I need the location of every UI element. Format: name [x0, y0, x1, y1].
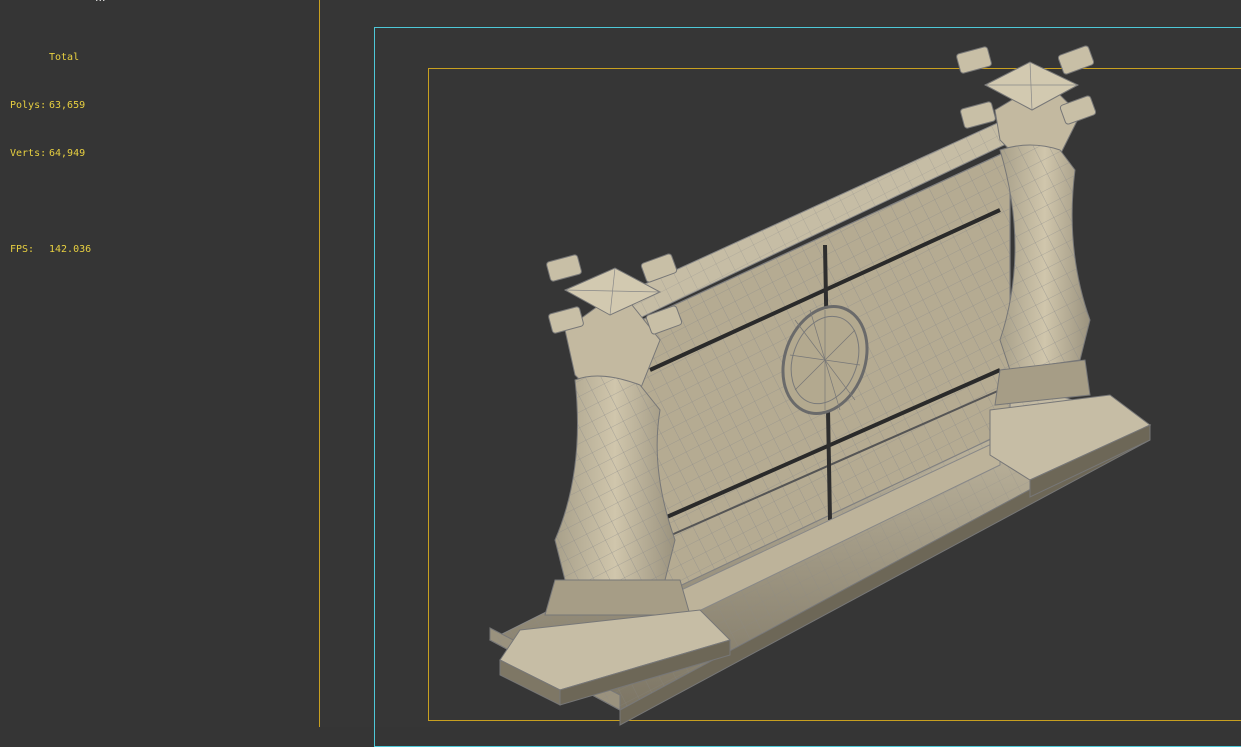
railing-3d-model[interactable] [0, 0, 1241, 727]
